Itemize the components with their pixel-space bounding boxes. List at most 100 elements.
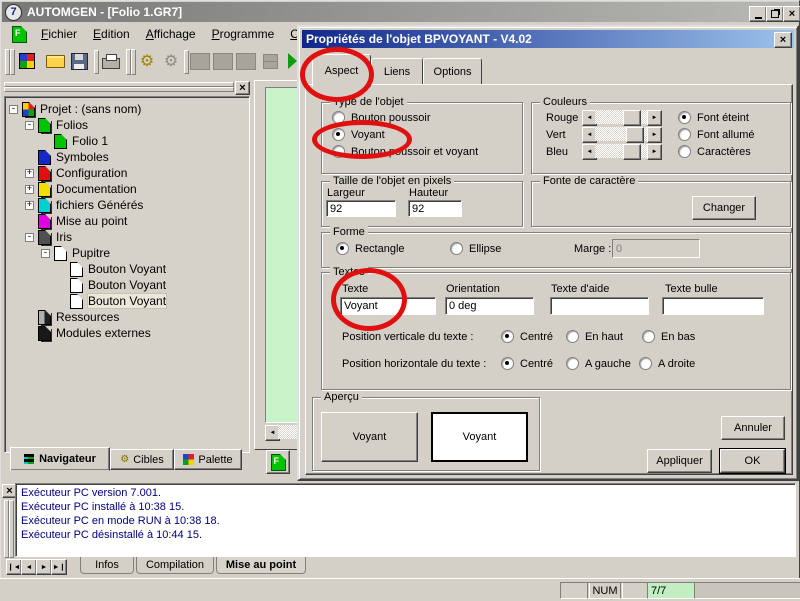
radio-vpos-en-bas[interactable]: En bas bbox=[642, 330, 695, 343]
scroll-right-icon[interactable]: ► bbox=[647, 144, 662, 160]
dialog-close-icon[interactable] bbox=[774, 32, 792, 48]
tree-item-bouton-voyant[interactable]: Bouton Voyant bbox=[5, 261, 249, 277]
run-icon[interactable] bbox=[288, 53, 297, 69]
expand-icon[interactable] bbox=[25, 185, 34, 194]
radio-font-eteint[interactable]: Font éteint bbox=[678, 111, 749, 124]
preview-group: Aperçu Voyant Voyant bbox=[312, 397, 540, 471]
radio-hpos-a-droite[interactable]: A droite bbox=[639, 357, 695, 370]
tree-item-mise-au-point[interactable]: Mise au point bbox=[5, 213, 249, 229]
menu-edition[interactable]: Edition bbox=[85, 24, 138, 45]
radio-hpos-a-gauche[interactable]: A gauche bbox=[566, 357, 631, 370]
preview-off: Voyant bbox=[321, 412, 418, 462]
expand-icon[interactable] bbox=[25, 201, 34, 210]
tab-cibles[interactable]: ⚙ Cibles bbox=[110, 449, 174, 470]
log-gripper[interactable] bbox=[9, 500, 14, 558]
collapse-icon[interactable] bbox=[9, 105, 18, 114]
open-folder-icon[interactable] bbox=[44, 52, 66, 70]
tree-item-configuration[interactable]: Configuration bbox=[5, 165, 249, 181]
minimize-button[interactable] bbox=[749, 6, 767, 22]
panel-close-icon[interactable] bbox=[235, 81, 250, 95]
change-font-button[interactable]: Changer bbox=[692, 196, 756, 220]
navigator-tree-icon bbox=[24, 454, 34, 464]
project-tree: Projet : (sans nom) Folios Folio 1 Symbo… bbox=[4, 96, 250, 453]
layout-disabled-icon bbox=[260, 51, 280, 71]
tab-navigateur[interactable]: Navigateur bbox=[10, 447, 110, 471]
radio-font-allume[interactable]: Font allumé bbox=[678, 128, 754, 141]
minimized-folio-button[interactable] bbox=[266, 450, 290, 474]
menu-programme[interactable]: Programme bbox=[204, 24, 283, 45]
tab-aspect[interactable]: Aspect bbox=[312, 54, 371, 87]
radio-ellipse[interactable]: Ellipse bbox=[450, 242, 501, 255]
save-icon[interactable] bbox=[69, 51, 89, 71]
build-icon[interactable]: ⚙ bbox=[136, 49, 158, 73]
texte-aide-input[interactable] bbox=[550, 297, 649, 315]
folio-canvas[interactable] bbox=[265, 87, 301, 423]
first-tab-icon[interactable]: ❙◄ bbox=[6, 559, 22, 575]
texte-bulle-input[interactable] bbox=[662, 297, 764, 315]
tab-mise-au-point[interactable]: Mise au point bbox=[216, 557, 306, 574]
tab-liens[interactable]: Liens bbox=[371, 58, 423, 86]
restore-button[interactable] bbox=[766, 6, 784, 22]
tree-item-bouton-voyant[interactable]: Bouton Voyant bbox=[5, 277, 249, 293]
radio-caracteres[interactable]: Caractères bbox=[678, 145, 751, 158]
cancel-button[interactable]: Annuler bbox=[721, 416, 785, 440]
tree-item-folio1[interactable]: Folio 1 bbox=[5, 133, 249, 149]
red-slider[interactable]: ◄ ► bbox=[582, 110, 662, 124]
tab-compilation[interactable]: Compilation bbox=[136, 557, 214, 574]
scroll-right-icon[interactable]: ► bbox=[647, 110, 662, 126]
status-pane-empty bbox=[694, 582, 800, 599]
menu-fichier[interactable]: Fichier bbox=[33, 24, 85, 45]
green-slider[interactable]: ◄ ► bbox=[582, 127, 662, 141]
tree-item-symboles[interactable]: Symboles bbox=[5, 149, 249, 165]
tree-item-iris[interactable]: Iris bbox=[5, 229, 249, 245]
folio-hscrollbar[interactable]: ◄ bbox=[265, 425, 299, 439]
debug-icon bbox=[38, 214, 51, 229]
tree-item-modules-externes[interactable]: Modules externes bbox=[5, 325, 249, 341]
scroll-right-icon[interactable]: ► bbox=[647, 127, 662, 143]
log-line: Exécuteur PC en mode RUN à 10:38 18. bbox=[16, 514, 795, 528]
slider-thumb[interactable] bbox=[623, 110, 641, 126]
collapse-icon[interactable] bbox=[25, 233, 34, 242]
folio-document-icon bbox=[271, 454, 286, 471]
tree-item-folios[interactable]: Folios bbox=[5, 117, 249, 133]
tab-palette[interactable]: Palette bbox=[174, 449, 242, 470]
texte-input[interactable] bbox=[340, 297, 436, 315]
tree-item-pupitre[interactable]: Pupitre bbox=[5, 245, 249, 261]
iris-icon bbox=[38, 230, 51, 245]
width-input[interactable] bbox=[326, 200, 396, 217]
radio-vpos-centre[interactable]: Centré bbox=[501, 330, 553, 343]
apply-button[interactable]: Appliquer bbox=[647, 449, 712, 473]
slider-thumb[interactable] bbox=[623, 144, 641, 160]
collapse-icon[interactable] bbox=[25, 121, 34, 130]
radio-hpos-centre[interactable]: Centré bbox=[501, 357, 553, 370]
navigator-panel: Projet : (sans nom) Folios Folio 1 Symbo… bbox=[2, 80, 252, 476]
height-input[interactable] bbox=[408, 200, 462, 217]
tree-item-bouton-voyant-selected[interactable]: Bouton Voyant bbox=[5, 293, 249, 309]
tree-item-projet[interactable]: Projet : (sans nom) bbox=[5, 101, 249, 117]
blue-slider[interactable]: ◄ ► bbox=[582, 144, 662, 158]
ok-button[interactable]: OK bbox=[720, 449, 785, 473]
radio-bouton-poussoir-et-voyant[interactable]: Bouton poussoir et voyant bbox=[332, 145, 478, 158]
tree-item-documentation[interactable]: Documentation bbox=[5, 181, 249, 197]
tab-infos[interactable]: Infos bbox=[80, 557, 134, 574]
print-icon[interactable] bbox=[100, 51, 122, 71]
next-tab-icon[interactable]: ► bbox=[36, 559, 52, 575]
slider-thumb[interactable] bbox=[626, 127, 644, 143]
panel-gripper[interactable] bbox=[4, 87, 234, 92]
new-project-icon[interactable] bbox=[16, 50, 38, 72]
radio-vpos-en-haut[interactable]: En haut bbox=[566, 330, 623, 343]
tree-item-fichiers-generes[interactable]: fichiers Générés bbox=[5, 197, 249, 213]
radio-voyant[interactable]: Voyant bbox=[332, 128, 385, 141]
radio-bouton-poussoir[interactable]: Bouton poussoir bbox=[332, 111, 431, 124]
tree-item-ressources[interactable]: Ressources bbox=[5, 309, 249, 325]
orientation-input[interactable] bbox=[445, 297, 534, 315]
expand-icon[interactable] bbox=[25, 169, 34, 178]
menu-affichage[interactable]: Affichage bbox=[138, 24, 204, 45]
collapse-icon[interactable] bbox=[41, 249, 50, 258]
close-button[interactable] bbox=[783, 6, 800, 22]
toolbar-gripper[interactable] bbox=[10, 49, 15, 75]
prev-tab-icon[interactable]: ◄ bbox=[21, 559, 37, 575]
radio-rectangle[interactable]: Rectangle bbox=[336, 242, 405, 255]
tab-options[interactable]: Options bbox=[423, 58, 482, 86]
last-tab-icon[interactable]: ►❙ bbox=[51, 559, 67, 575]
